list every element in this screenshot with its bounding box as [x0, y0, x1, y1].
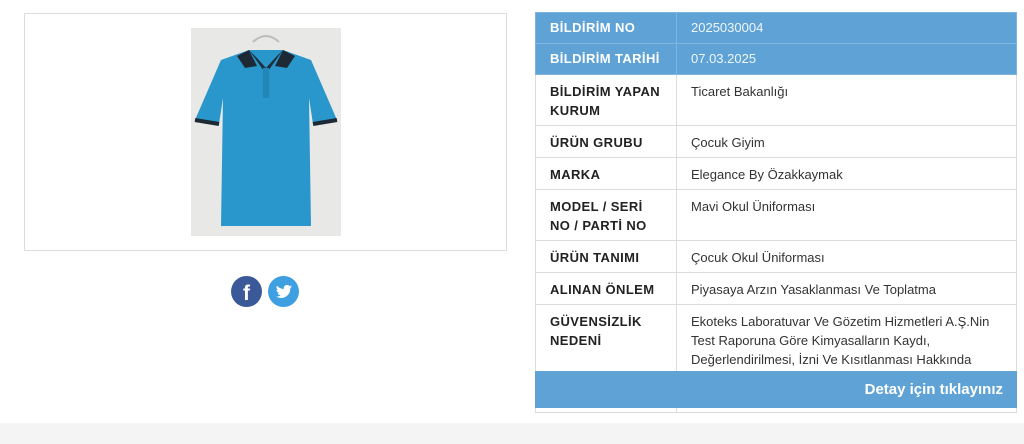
row-notification-date: BİLDİRİM TARİHİ 07.03.2025 — [535, 43, 1017, 75]
row-brand: MARKA Elegance By Özakkaymak — [535, 157, 1017, 190]
row-notification-no: BİLDİRİM NO 2025030004 — [535, 12, 1017, 44]
value-notification-date: 07.03.2025 — [676, 43, 1017, 75]
value-model-serial: Mavi Okul Üniforması — [676, 189, 1017, 241]
label-model-serial: MODEL / SERİ NO / PARTİ NO — [535, 189, 677, 241]
value-product-group: Çocuk Giyim — [676, 125, 1017, 158]
twitter-share-button[interactable] — [268, 276, 299, 307]
row-measure-taken: ALINAN ÖNLEM Piyasaya Arzın Yasaklanması… — [535, 272, 1017, 305]
label-product-description: ÜRÜN TANIMI — [535, 240, 677, 273]
value-product-description: Çocuk Okul Üniforması — [676, 240, 1017, 273]
label-notification-no: BİLDİRİM NO — [535, 12, 677, 44]
product-image-frame — [24, 13, 507, 251]
row-reporting-institution: BİLDİRİM YAPAN KURUM Ticaret Bakanlığı — [535, 74, 1017, 126]
product-image[interactable] — [191, 28, 341, 236]
details-button[interactable]: Detay için tıklayınız — [535, 371, 1017, 408]
facebook-icon: f — [243, 282, 251, 305]
footer-strip — [0, 423, 1024, 444]
row-product-group: ÜRÜN GRUBU Çocuk Giyim — [535, 125, 1017, 158]
row-product-description: ÜRÜN TANIMI Çocuk Okul Üniforması — [535, 240, 1017, 273]
label-measure-taken: ALINAN ÖNLEM — [535, 272, 677, 305]
label-brand: MARKA — [535, 157, 677, 190]
svg-text:f: f — [243, 282, 251, 305]
value-notification-no: 2025030004 — [676, 12, 1017, 44]
value-measure-taken: Piyasaya Arzın Yasaklanması Ve Toplatma — [676, 272, 1017, 305]
label-product-group: ÜRÜN GRUBU — [535, 125, 677, 158]
twitter-icon — [276, 284, 292, 298]
value-brand: Elegance By Özakkaymak — [676, 157, 1017, 190]
facebook-share-button[interactable]: f — [231, 276, 262, 307]
row-model-serial: MODEL / SERİ NO / PARTİ NO Mavi Okul Üni… — [535, 189, 1017, 241]
label-notification-date: BİLDİRİM TARİHİ — [535, 43, 677, 75]
value-reporting-institution: Ticaret Bakanlığı — [676, 74, 1017, 126]
label-reporting-institution: BİLDİRİM YAPAN KURUM — [535, 74, 677, 126]
notification-details-table: BİLDİRİM NO 2025030004 BİLDİRİM TARİHİ 0… — [535, 12, 1017, 413]
